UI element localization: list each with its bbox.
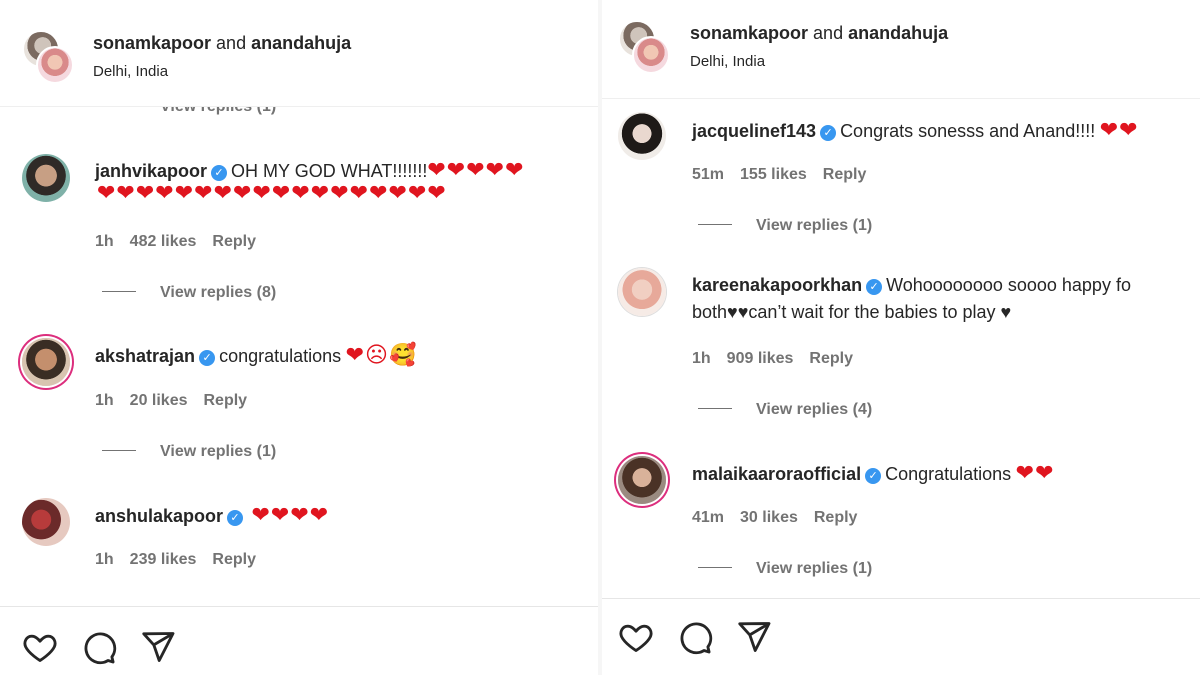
view-replies-button[interactable]: View replies (1) bbox=[698, 217, 872, 235]
comment-username[interactable]: akshatrajan bbox=[95, 346, 195, 366]
comment-time: 1h bbox=[95, 392, 114, 409]
heart-emoji: ❤❤❤❤❤ bbox=[427, 157, 525, 182]
owners-conjunction: and bbox=[813, 23, 844, 43]
view-replies-label: View replies (1) bbox=[756, 217, 873, 234]
comment-meta: 1h 20 likes Reply bbox=[95, 392, 263, 410]
emoji-group: ❤☹🥰 bbox=[345, 342, 418, 367]
action-bar bbox=[0, 606, 598, 675]
reply-button[interactable]: Reply bbox=[212, 233, 256, 250]
owner-link[interactable]: anandahuja bbox=[251, 33, 351, 53]
commenter-avatar[interactable] bbox=[22, 338, 70, 386]
right-post-panel: sonamkapoor and anandahuja Delhi, India … bbox=[602, 0, 1200, 675]
avatar-front bbox=[36, 46, 74, 84]
comment-likes[interactable]: 30 likes bbox=[740, 509, 798, 526]
verified-badge-icon: ✓ bbox=[199, 350, 216, 366]
comment-likes[interactable]: 482 likes bbox=[130, 233, 197, 250]
commenter-avatar[interactable] bbox=[618, 268, 666, 316]
commenter-avatar[interactable] bbox=[618, 456, 666, 504]
verified-badge-icon: ✓ bbox=[211, 165, 228, 181]
owners-conjunction: and bbox=[216, 33, 247, 53]
post-owners: sonamkapoor and anandahuja bbox=[93, 33, 351, 54]
comment-username[interactable]: kareenakapoorkhan bbox=[692, 275, 862, 295]
view-replies-button[interactable]: View replies (1) bbox=[102, 443, 276, 461]
comment-likes[interactable]: 20 likes bbox=[130, 392, 188, 409]
view-replies-label: View replies (4) bbox=[756, 401, 873, 418]
comment-likes[interactable]: 909 likes bbox=[727, 350, 794, 367]
comment-text: OH MY GOD WHAT!!!!!!! bbox=[231, 161, 428, 181]
comment-time: 1h bbox=[95, 233, 114, 250]
replies-divider bbox=[698, 224, 732, 225]
replies-divider bbox=[698, 408, 732, 409]
view-replies-button[interactable]: View replies (1) bbox=[698, 560, 872, 578]
left-post-panel: sonamkapoor and anandahuja Delhi, India … bbox=[0, 0, 598, 675]
comment-meta: 1h 239 likes Reply bbox=[95, 551, 272, 569]
view-replies-label: View replies (1) bbox=[160, 443, 277, 460]
comment-meta: 41m 30 likes Reply bbox=[692, 509, 873, 527]
view-replies-label: View replies (8) bbox=[160, 284, 277, 301]
comment-username[interactable]: janhvikapoor bbox=[95, 161, 207, 181]
verified-badge-icon: ✓ bbox=[865, 468, 882, 484]
comment-time: 51m bbox=[692, 166, 725, 183]
commenter-avatar[interactable] bbox=[22, 498, 70, 546]
heart-outline-icon[interactable] bbox=[618, 619, 654, 655]
verified-badge-icon: ✓ bbox=[227, 510, 244, 526]
commenter-avatar[interactable] bbox=[618, 112, 666, 160]
paper-plane-icon[interactable] bbox=[736, 619, 772, 655]
comment-meta: 51m 155 likes Reply bbox=[692, 166, 882, 184]
comment-username[interactable]: jacquelinef143 bbox=[692, 121, 816, 141]
comment-username[interactable]: anshulakapoor bbox=[95, 506, 223, 526]
comment-text: both♥♥can’t wait for the babies to play … bbox=[692, 302, 1012, 322]
heart-emoji: ❤❤❤❤ bbox=[251, 502, 330, 527]
paper-plane-icon[interactable] bbox=[140, 629, 176, 665]
post-location[interactable]: Delhi, India bbox=[93, 63, 168, 80]
replies-divider bbox=[698, 567, 732, 568]
post-header: sonamkapoor and anandahuja Delhi, India bbox=[0, 0, 598, 107]
comment-time: 1h bbox=[692, 350, 711, 367]
comment-text: congratulations bbox=[219, 346, 342, 366]
comment-text: Congratulations bbox=[885, 464, 1012, 484]
reply-button[interactable]: Reply bbox=[814, 509, 858, 526]
comment-text: Congrats sonesss and Anand!!!! bbox=[840, 121, 1096, 141]
replies-divider bbox=[102, 450, 136, 451]
verified-badge-icon: ✓ bbox=[866, 279, 883, 295]
verified-badge-icon: ✓ bbox=[820, 125, 837, 141]
comment-username[interactable]: malaikaaroraofficial bbox=[692, 464, 861, 484]
reply-button[interactable]: Reply bbox=[823, 166, 867, 183]
action-bar bbox=[602, 598, 1200, 675]
comment-text: Wohoooooooo soooo happy fo bbox=[886, 275, 1131, 295]
heart-emoji: ❤❤❤❤❤❤❤❤❤❤❤❤❤❤❤❤❤❤ bbox=[97, 180, 447, 205]
avatar-front bbox=[632, 36, 670, 74]
view-replies-button[interactable]: View replies (4) bbox=[698, 401, 872, 419]
comment-meta: 1h 909 likes Reply bbox=[692, 350, 869, 368]
comment-bubble-icon[interactable] bbox=[81, 629, 117, 665]
comment-bubble-icon[interactable] bbox=[677, 619, 713, 655]
reply-button[interactable]: Reply bbox=[809, 350, 853, 367]
owner-link[interactable]: sonamkapoor bbox=[690, 23, 808, 43]
heart-emoji: ❤❤ bbox=[1099, 117, 1139, 142]
owners-avatar[interactable] bbox=[618, 20, 670, 74]
comment-time: 1h bbox=[95, 551, 114, 568]
comment-likes[interactable]: 155 likes bbox=[740, 166, 807, 183]
comment-time: 41m bbox=[692, 509, 725, 526]
heart-outline-icon[interactable] bbox=[22, 629, 58, 665]
post-location[interactable]: Delhi, India bbox=[690, 53, 765, 70]
post-header: sonamkapoor and anandahuja Delhi, India bbox=[602, 0, 1200, 99]
commenter-avatar[interactable] bbox=[22, 154, 70, 202]
owner-link[interactable]: anandahuja bbox=[848, 23, 948, 43]
comment-likes[interactable]: 239 likes bbox=[130, 551, 197, 568]
owner-link[interactable]: sonamkapoor bbox=[93, 33, 211, 53]
owners-avatar[interactable] bbox=[22, 30, 74, 84]
view-replies-label: View replies (1) bbox=[756, 560, 873, 577]
comment-meta: 1h 482 likes Reply bbox=[95, 233, 272, 251]
heart-emoji: ❤❤ bbox=[1015, 460, 1055, 485]
view-replies-button[interactable]: View replies (8) bbox=[102, 284, 276, 302]
post-owners: sonamkapoor and anandahuja bbox=[690, 23, 948, 44]
reply-button[interactable]: Reply bbox=[204, 392, 248, 409]
reply-button[interactable]: Reply bbox=[212, 551, 256, 568]
replies-divider bbox=[102, 291, 136, 292]
